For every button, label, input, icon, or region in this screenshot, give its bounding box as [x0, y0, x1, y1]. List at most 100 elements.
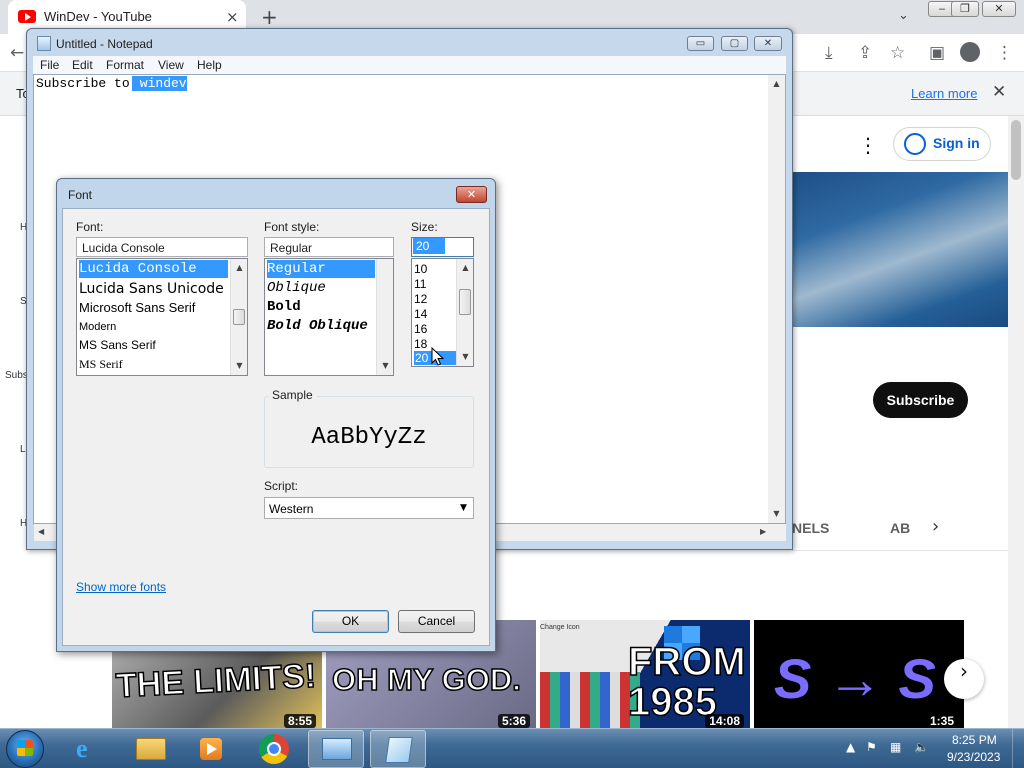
notepad-menubar [33, 56, 786, 74]
menu-help[interactable]: Help [197, 58, 222, 72]
cancel-button[interactable]: Cancel [398, 610, 475, 633]
chrome-close-button[interactable]: ✕ [982, 1, 1016, 17]
taskbar-media-player[interactable] [184, 730, 240, 768]
font-style-list[interactable]: Regular Oblique Bold Bold Oblique ▼ [264, 258, 394, 376]
taskbar-internet-explorer[interactable]: e [62, 730, 118, 768]
show-desktop-button[interactable] [1012, 729, 1024, 768]
taskbar-file-explorer[interactable] [124, 730, 180, 768]
clock-date[interactable]: 9/23/2023 [947, 750, 1000, 764]
scroll-down-icon[interactable]: ▼ [231, 361, 247, 370]
notepad-minimize-button[interactable]: ▭ [687, 36, 714, 51]
chrome-restore-button[interactable]: ❐ [951, 1, 979, 17]
size-list-item[interactable]: 10 [414, 262, 427, 276]
font-list-item[interactable]: Lucida Console [79, 260, 228, 278]
font-style-label: Font style: [264, 220, 320, 234]
font-dialog-close-button[interactable]: ✕ [456, 186, 487, 203]
scrollbar-thumb[interactable] [459, 289, 471, 315]
taskbar-notepad[interactable] [370, 730, 426, 768]
style-list-item[interactable]: Regular [267, 260, 375, 278]
thumbnail-dialog-title: Change Icon [540, 624, 580, 631]
menu-icon[interactable]: ⋮ [996, 43, 1013, 63]
clock-time[interactable]: 8:25 PM [952, 733, 997, 747]
video-duration: 8:55 [283, 714, 316, 728]
taskbar-control-panel[interactable] [308, 730, 364, 768]
font-name-input[interactable]: Lucida Console [76, 237, 248, 257]
subscribe-button[interactable]: Subscribe [873, 382, 968, 418]
tab-about[interactable]: AB [890, 520, 910, 536]
style-list-item[interactable]: Bold [267, 298, 301, 316]
volume-muted-icon[interactable]: 🔈 [914, 740, 929, 754]
profile-icon[interactable] [960, 42, 980, 62]
size-list-item[interactable]: 14 [414, 307, 427, 321]
carousel-next-button[interactable]: › [944, 659, 984, 699]
infobar-close-icon[interactable]: ✕ [992, 82, 1006, 102]
chevron-down-icon[interactable]: ▼ [460, 503, 467, 513]
notepad-title: Untitled - Notepad [56, 37, 153, 51]
thumbnail-icons [540, 672, 640, 728]
mouse-cursor-icon [431, 347, 445, 366]
size-list-item[interactable]: 18 [414, 337, 427, 351]
menu-edit[interactable]: Edit [72, 58, 93, 72]
size-list-item[interactable]: 11 [414, 277, 426, 291]
font-list-item[interactable]: MS Sans Serif [79, 337, 156, 353]
font-list-item[interactable]: MS Serif [79, 356, 123, 372]
font-list-item[interactable]: Lucida Sans Unicode [79, 280, 224, 298]
notepad-maximize-button[interactable]: ▢ [721, 36, 748, 51]
font-list-scrollbar[interactable]: ▲ ▼ [230, 259, 247, 375]
page-scrollbar-thumb[interactable] [1011, 120, 1021, 180]
learn-more-link[interactable]: Learn more [911, 86, 977, 101]
tab-channels[interactable]: NELS [792, 520, 829, 536]
scrollbar-thumb[interactable] [233, 309, 245, 325]
notepad-vertical-scrollbar[interactable]: ▲ ▼ [768, 75, 785, 523]
page-scrollbar[interactable] [1008, 116, 1024, 728]
style-list-item[interactable]: Oblique [267, 279, 326, 297]
sidebar-icon[interactable]: ▣ [929, 43, 945, 63]
scroll-down-icon[interactable]: ▼ [377, 361, 393, 370]
scroll-up-icon[interactable]: ▲ [457, 263, 473, 272]
new-tab-button[interactable]: + [261, 5, 278, 29]
channel-banner [792, 172, 1008, 327]
font-style-input[interactable]: Regular [264, 237, 394, 257]
font-list-item[interactable]: Modern [79, 319, 116, 335]
scroll-down-icon[interactable]: ▼ [768, 509, 785, 518]
notepad-close-button[interactable]: ✕ [754, 36, 782, 51]
tabs-next-icon[interactable]: › [932, 516, 939, 537]
scroll-right-icon[interactable]: ▶ [760, 527, 766, 536]
more-options-icon[interactable]: ⋮ [858, 133, 878, 157]
style-list-scrollbar[interactable]: ▼ [376, 259, 393, 375]
menu-format[interactable]: Format [106, 58, 144, 72]
thumbnail-caption: S → S [774, 647, 936, 710]
share-icon[interactable]: ⇪ [858, 43, 872, 63]
scroll-down-icon[interactable]: ▼ [457, 352, 473, 361]
size-list-scrollbar[interactable]: ▲ ▼ [456, 259, 473, 366]
font-list[interactable]: Lucida Console Lucida Sans Unicode Micro… [76, 258, 248, 376]
menu-view[interactable]: View [158, 58, 184, 72]
ok-button[interactable]: OK [312, 610, 389, 633]
video-thumbnail[interactable]: S → S 1:35 [754, 620, 964, 728]
video-duration: 1:35 [925, 714, 958, 728]
font-list-item[interactable]: Microsoft Sans Serif [79, 299, 195, 317]
sidebar-item-subscriptions[interactable]: Subs [5, 370, 28, 381]
taskbar-chrome[interactable] [246, 730, 302, 768]
action-center-icon[interactable]: ⚑ [866, 740, 877, 754]
sidebar-item-library[interactable]: L [20, 444, 26, 455]
download-icon[interactable]: ⤓ [825, 43, 833, 63]
internet-explorer-icon: e [76, 734, 88, 763]
back-icon[interactable]: ← [10, 43, 24, 63]
show-more-fonts-link[interactable]: Show more fonts [76, 580, 166, 594]
tab-search-icon[interactable]: ⌄ [898, 8, 909, 23]
tab-title: WinDev - YouTube [44, 9, 152, 24]
network-icon[interactable]: ▦ [890, 740, 901, 754]
script-dropdown[interactable]: Western [264, 497, 474, 519]
style-list-item[interactable]: Bold Oblique [267, 317, 368, 335]
scroll-up-icon[interactable]: ▲ [231, 263, 247, 272]
scroll-up-icon[interactable]: ▲ [768, 79, 785, 88]
menu-file[interactable]: File [40, 58, 59, 72]
scroll-left-icon[interactable]: ◀ [38, 527, 44, 536]
size-list-item[interactable]: 12 [414, 292, 427, 306]
star-icon[interactable]: ☆ [890, 43, 905, 63]
video-thumbnail[interactable]: Change Icon FROM 1985 14:08 [540, 620, 750, 728]
show-hidden-icons[interactable]: ▲ [846, 740, 855, 754]
size-list-item[interactable]: 16 [414, 322, 427, 336]
tab-close-icon[interactable]: × [226, 8, 239, 26]
